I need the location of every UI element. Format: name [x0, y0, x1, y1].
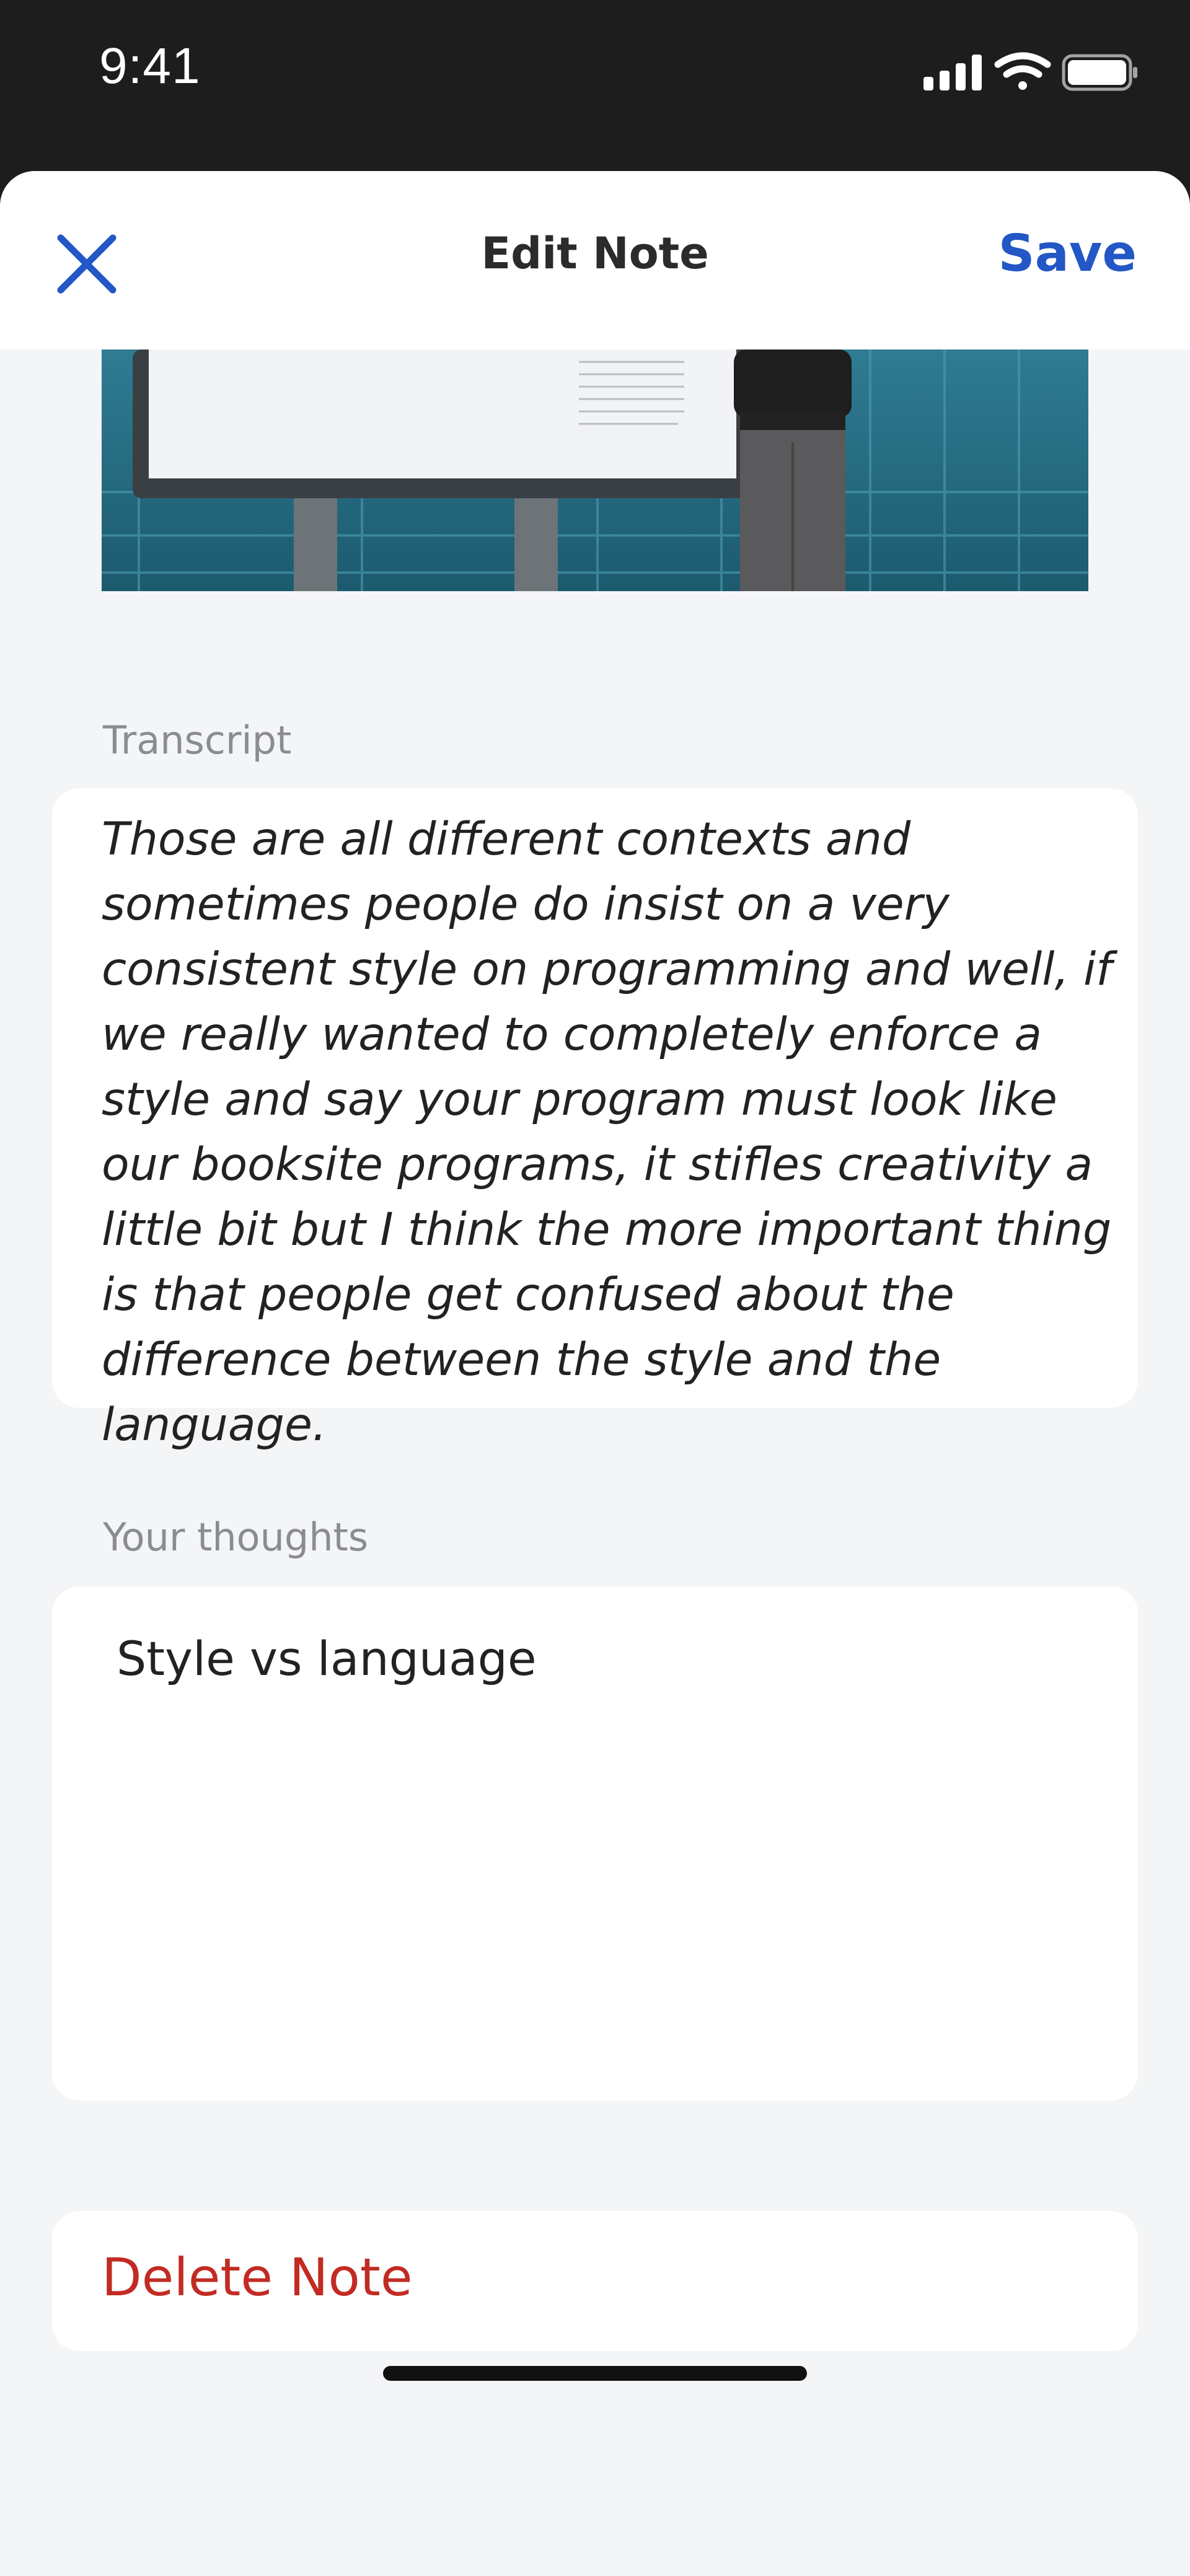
video-thumbnail[interactable] [102, 349, 1088, 591]
status-bar: 9:41 [0, 0, 1190, 186]
cellular-signal-icon [923, 55, 982, 90]
wifi-icon [994, 52, 1051, 90]
your-thoughts-text: Style vs language [117, 1631, 537, 1686]
transcript-text: Those are all different contexts and som… [102, 813, 1112, 1451]
edit-note-sheet: Edit Note Save Transcript Those are all … [0, 171, 1190, 2576]
save-button[interactable]: Save [998, 224, 1137, 283]
your-thoughts-label: Your thoughts [103, 1514, 369, 1560]
delete-note-button[interactable]: Delete Note [52, 2211, 1138, 2351]
status-icons [923, 51, 1140, 94]
battery-icon [1062, 54, 1137, 91]
transcript-label: Transcript [103, 718, 292, 763]
delete-note-label: Delete Note [102, 2247, 413, 2308]
transcript-card: Those are all different contexts and som… [52, 788, 1138, 1451]
home-indicator [383, 2366, 807, 2381]
nav-bar: Edit Note Save [0, 171, 1190, 349]
your-thoughts-field[interactable]: Style vs language [52, 1586, 1138, 2101]
status-time: 9:41 [99, 38, 201, 94]
